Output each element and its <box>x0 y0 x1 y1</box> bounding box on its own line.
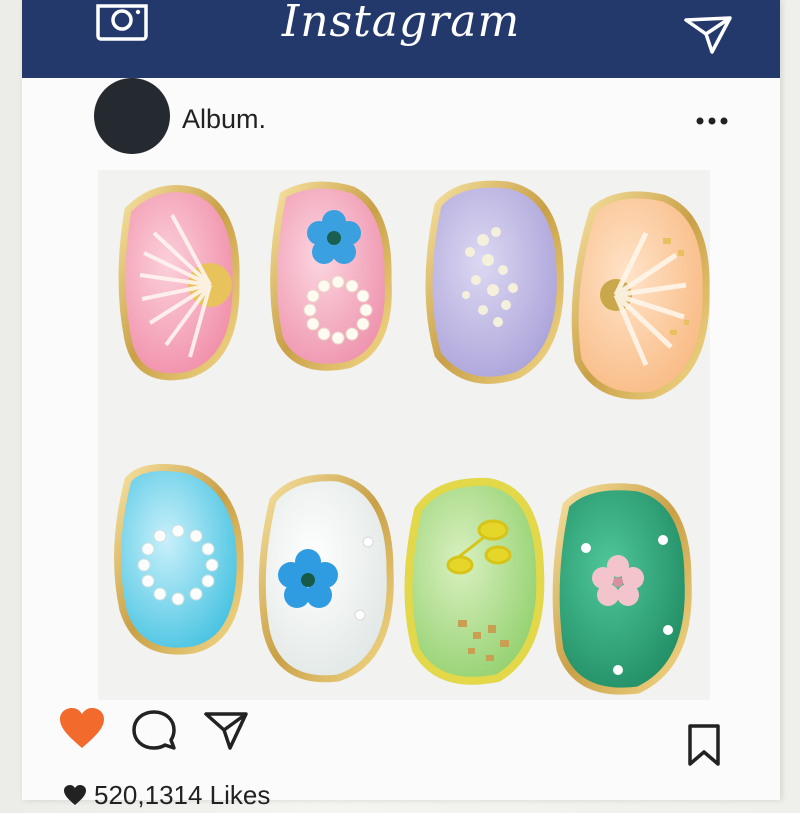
post-photo[interactable] <box>98 170 710 700</box>
pin-green-yellow-flower <box>404 477 545 685</box>
likes-heart-icon <box>62 782 88 805</box>
send-icon[interactable] <box>682 12 734 56</box>
username[interactable]: Album. <box>182 104 266 135</box>
post-card: Instagram Album. 520,1314 Likes <box>22 0 780 810</box>
pin-teal-pink-blossom <box>552 483 692 695</box>
pin-pearl-blue-flower <box>258 474 394 683</box>
more-options-icon[interactable] <box>694 114 730 128</box>
bookmark-icon[interactable] <box>686 722 722 768</box>
heart-icon[interactable] <box>58 706 106 750</box>
pin-pink-daisy <box>118 185 240 381</box>
hair-clips-photo <box>114 180 710 695</box>
app-title: Instagram <box>281 0 521 47</box>
pin-peach-daisy <box>571 191 710 400</box>
pin-pink-blue-flower <box>270 181 392 371</box>
likes-text: 520,1314 Likes <box>94 780 271 810</box>
avatar[interactable] <box>94 78 170 154</box>
pin-aqua-pearl <box>114 464 244 655</box>
instagram-header: Instagram <box>22 0 780 78</box>
comment-icon[interactable] <box>130 708 178 752</box>
likes-count[interactable]: 520,1314 Likes <box>62 780 270 811</box>
pin-lavender-flowers <box>425 180 564 384</box>
share-icon[interactable] <box>202 708 250 752</box>
